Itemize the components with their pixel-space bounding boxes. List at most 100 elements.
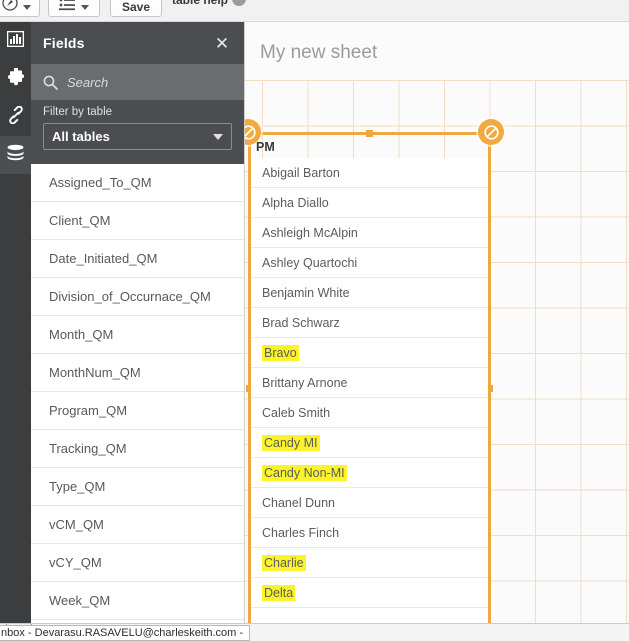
filterpane-value-row[interactable]: Brittany Arnone xyxy=(251,368,488,398)
field-list-item-label: Client_QM xyxy=(49,213,111,228)
style-dropdown-button[interactable] xyxy=(0,0,40,17)
no-entry-icon xyxy=(245,124,256,140)
corner-handle-top-right[interactable] xyxy=(478,119,504,145)
field-list[interactable]: Assigned_To_QM Client_QM Date_Initiated_QM… xyxy=(31,164,244,623)
smiley-icon xyxy=(232,0,247,6)
field-list-item-label: Tracking_QM xyxy=(49,441,127,456)
table-help-link[interactable]: table help xyxy=(172,0,247,7)
field-list-item[interactable]: Month_QM xyxy=(31,316,244,354)
application-window: Save table help Fields ✕ Search Filter b… xyxy=(0,0,629,641)
left-icon-rail xyxy=(0,22,31,623)
fields-panel: Fields ✕ Search Filter by table All tabl… xyxy=(31,22,245,623)
field-list-item[interactable]: Program_QM xyxy=(31,392,244,430)
field-list-item-label: Month_QM xyxy=(49,327,114,342)
filterpane-value-label: Abigail Barton xyxy=(262,165,340,180)
chevron-down-icon xyxy=(213,133,223,140)
filterpane-value-row[interactable]: Alpha Diallo xyxy=(251,188,488,218)
filterpane-value-label: Candy MI xyxy=(262,434,320,451)
filterpane-value-label: Chanel Dunn xyxy=(262,495,335,510)
filterpane-value-label: Ashley Quartochi xyxy=(262,255,358,270)
chevron-down-icon xyxy=(22,5,31,10)
search-placeholder: Search xyxy=(67,74,109,90)
charts-rail-item[interactable] xyxy=(0,22,31,60)
field-list-item-label: Date_Initiated_QM xyxy=(49,251,158,266)
filterpane-value-row[interactable]: Delta xyxy=(251,578,488,608)
filterpane-value-label: Alpha Diallo xyxy=(262,195,329,210)
save-button[interactable]: Save xyxy=(110,0,162,17)
field-list-item-label: Week_QM xyxy=(49,593,111,608)
frame-edge-right[interactable] xyxy=(488,132,491,623)
field-list-item[interactable]: vCY_QM xyxy=(31,544,244,582)
field-list-item[interactable]: vCM_QM xyxy=(31,506,244,544)
filterpane-value-label: Candy Non-MI xyxy=(262,464,347,481)
filterpane-value-label: Bravo xyxy=(262,344,299,361)
taskbar-item-label: nbox - Devarasu.RASAVELU@charleskeith.co… xyxy=(1,627,244,639)
filterpane-value-row[interactable]: Benjamin White xyxy=(251,278,488,308)
field-list-item-label: Program_QM xyxy=(49,403,128,418)
field-list-item[interactable]: MonthNum_QM xyxy=(31,354,244,392)
page-title: My new sheet xyxy=(260,42,378,63)
filter-by-table-label: Filter by table xyxy=(43,106,113,118)
field-list-item-label: MonthNum_QM xyxy=(49,365,141,380)
field-list-item[interactable]: Client_QM xyxy=(31,202,244,240)
filterpane-value-list[interactable]: Abigail Barton Alpha Diallo Ashleigh McAlp… xyxy=(251,158,488,623)
filterpane-value-row[interactable]: Charlie xyxy=(251,548,488,578)
filterpane-value-label: Delta xyxy=(262,584,296,601)
filterpane-value-row[interactable]: Candy MI xyxy=(251,428,488,458)
filterpane-value-label: Ashleigh McAlpin xyxy=(262,225,358,240)
field-list-item-label: Type_QM xyxy=(49,479,106,494)
filterpane-value-row[interactable]: Ashleigh McAlpin xyxy=(251,218,488,248)
filterpane-value-label: Charlie xyxy=(262,554,306,571)
selected-object-frame[interactable]: PM Abigail Barton Alpha Diallo Ashleigh Mc… xyxy=(245,119,504,623)
no-entry-icon xyxy=(483,124,499,140)
chevron-down-icon xyxy=(81,5,89,10)
field-list-item[interactable]: Tracking_QM xyxy=(31,430,244,468)
field-list-item-label: Assigned_To_QM xyxy=(49,175,152,190)
paintbrush-icon xyxy=(1,0,18,14)
list-icon xyxy=(59,0,76,14)
filterpane-value-label: Charles Finch xyxy=(262,525,340,540)
resize-handle-top[interactable] xyxy=(366,130,373,137)
field-list-item-label: vCM_QM xyxy=(49,517,104,532)
column-header: PM xyxy=(256,140,275,154)
field-list-item[interactable]: Type_QM xyxy=(31,468,244,506)
filterpane-value-label: Caleb Smith xyxy=(262,405,331,420)
table-filter-value: All tables xyxy=(52,129,110,144)
filterpane-value-row[interactable]: Chanel Dunn xyxy=(251,488,488,518)
fields-panel-header: Fields ✕ xyxy=(31,22,244,64)
filter-by-table-section: Filter by table All tables xyxy=(31,100,244,164)
puzzle-piece-icon xyxy=(7,66,25,91)
field-list-item[interactable]: Week_QM xyxy=(31,582,244,620)
filterpane-value-row[interactable]: Candy Non-MI xyxy=(251,458,488,488)
extensions-rail-item[interactable] xyxy=(0,60,31,98)
fields-panel-title: Fields xyxy=(43,35,85,51)
filterpane-value-row[interactable]: Bravo xyxy=(251,338,488,368)
save-button-label: Save xyxy=(121,0,151,14)
associations-rail-item[interactable] xyxy=(0,98,31,136)
database-icon xyxy=(6,144,25,166)
filterpane-value-label: Brittany Arnone xyxy=(262,375,348,390)
filterpane-value-row[interactable]: Abigail Barton xyxy=(251,158,488,188)
top-toolbar: Save table help xyxy=(0,0,629,22)
taskbar-item-outlook[interactable]: nbox - Devarasu.RASAVELU@charleskeith.co… xyxy=(0,625,251,641)
fields-rail-item[interactable] xyxy=(0,136,31,174)
close-icon[interactable]: ✕ xyxy=(212,33,232,53)
filterpane-value-row[interactable]: Brad Schwarz xyxy=(251,308,488,338)
field-list-item[interactable]: Date_Initiated_QM xyxy=(31,240,244,278)
table-filter-select[interactable]: All tables xyxy=(43,123,232,150)
search-icon xyxy=(43,75,58,90)
field-list-item[interactable]: Assigned_To_QM xyxy=(31,164,244,202)
taskbar: x= nbox - Devarasu.RASAVELU@charleskeith… xyxy=(0,623,629,641)
filterpane-value-row[interactable]: Caleb Smith xyxy=(251,398,488,428)
search-input[interactable]: Search xyxy=(31,64,244,100)
field-list-item-label: vCY_QM xyxy=(49,555,102,570)
list-format-dropdown-button[interactable] xyxy=(48,0,100,17)
field-list-item-label: Division_of_Occurnace_QM xyxy=(49,289,211,304)
sheet-canvas: My new sheet PM Abigail Barton Alpha Dia… xyxy=(245,22,629,623)
filterpane-value-row[interactable]: Charles Finch xyxy=(251,518,488,548)
field-list-item[interactable]: Division_of_Occurnace_QM xyxy=(31,278,244,316)
table-help-label: table help xyxy=(172,0,229,7)
filterpane-value-row[interactable]: Ashley Quartochi xyxy=(251,248,488,278)
filterpane-value-label: Brad Schwarz xyxy=(262,315,340,330)
chain-link-icon xyxy=(7,105,25,129)
